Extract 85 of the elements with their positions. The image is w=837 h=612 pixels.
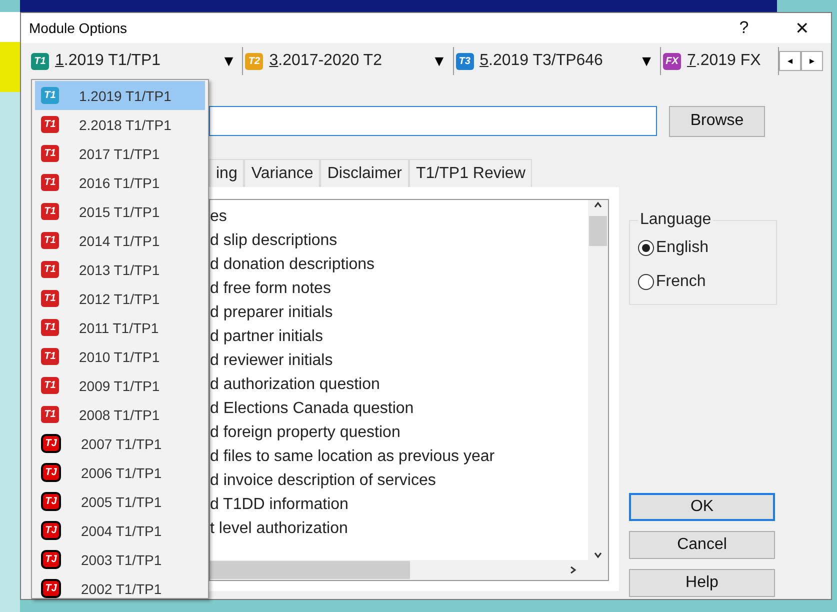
dialog-button[interactable]: Cancel (629, 531, 775, 559)
module-icon: T1 (41, 377, 59, 394)
scroll-down-icon[interactable] (593, 550, 603, 560)
tab[interactable]: Variance (244, 159, 320, 187)
list-item[interactable]: d Elections Canada question (210, 397, 588, 421)
tab[interactable]: Disclaimer (320, 159, 409, 187)
menu-item[interactable]: T1 2010 T1/TP1 (35, 342, 205, 371)
menu-item[interactable]: T1 2012 T1/TP1 (35, 284, 205, 313)
menu-item[interactable]: T1 2015 T1/TP1 (35, 197, 205, 226)
module-icon: T1 (41, 290, 59, 307)
scroll-up-icon[interactable] (593, 200, 603, 210)
group-title: Language (639, 211, 712, 229)
dropdown-arrow-icon[interactable]: ▼ (432, 52, 447, 70)
module-selector[interactable]: T1 1.2019 T1/TP1 ▼ (29, 47, 244, 75)
menu-item[interactable]: T1 2011 T1/TP1 (35, 313, 205, 342)
tab[interactable]: ing (209, 159, 244, 187)
menu-item[interactable]: TJ 2007 T1/TP1 (35, 429, 205, 458)
menu-item[interactable]: TJ 2005 T1/TP1 (35, 487, 205, 516)
radio-option[interactable]: French (638, 265, 768, 299)
module-icon: T1 (41, 261, 59, 278)
menu-item[interactable]: T1 2017 T1/TP1 (35, 139, 205, 168)
scrollbar-thumb[interactable] (589, 216, 607, 246)
browse-button[interactable]: Browse (669, 106, 765, 136)
list-item[interactable]: d files to same location as previous year (210, 445, 588, 469)
list-item[interactable]: d T1DD information (210, 493, 588, 517)
menu-item[interactable]: T1 2.2018 T1/TP1 (35, 110, 205, 139)
module-icon: T1 (41, 319, 59, 336)
menu-item[interactable]: T1 2013 T1/TP1 (35, 255, 205, 284)
menu-item[interactable]: TJ 2002 T1/TP1 (35, 574, 205, 598)
module-icon: T1 (41, 232, 59, 249)
menu-item[interactable]: TJ 2006 T1/TP1 (35, 458, 205, 487)
menu-item[interactable]: T1 2008 T1/TP1 (35, 400, 205, 429)
close-button[interactable]: ✕ (773, 13, 831, 43)
menu-item[interactable]: T1 2016 T1/TP1 (35, 168, 205, 197)
menu-item[interactable]: T1 2014 T1/TP1 (35, 226, 205, 255)
list-item[interactable]: d invoice description of services (210, 469, 588, 493)
module-icon: T3 (456, 52, 474, 70)
scroll-right-icon[interactable] (568, 565, 578, 575)
list-item[interactable]: d foreign property question (210, 421, 588, 445)
horizontal-scrollbar[interactable] (210, 560, 608, 580)
module-icon: TJ (41, 492, 61, 511)
list-item[interactable]: d reviewer initials (210, 349, 588, 373)
list-item[interactable]: d authorization question (210, 373, 588, 397)
tab[interactable]: T1/TP1 Review (409, 159, 532, 187)
menu-item[interactable]: T1 1.2019 T1/TP1 (35, 81, 205, 110)
module-icon: TJ (41, 521, 61, 540)
help-button[interactable]: ? (715, 13, 773, 43)
module-icon: T1 (41, 406, 59, 423)
module-icon: TJ (41, 579, 61, 598)
scroll-right-button[interactable]: ▸ (801, 51, 823, 71)
module-icon: TJ (41, 434, 61, 453)
module-icon: T1 (31, 52, 49, 70)
module-icon: T2 (245, 52, 264, 70)
module-icon: T1 (41, 174, 59, 191)
scrollbar-thumb[interactable] (210, 561, 410, 579)
dropdown-arrow-icon[interactable]: ▼ (221, 52, 236, 70)
radio-option[interactable]: English (638, 231, 768, 265)
scroll-left-button[interactable]: ◂ (779, 51, 801, 71)
list-item[interactable]: d slip descriptions (210, 229, 588, 253)
module-icon: TJ (41, 550, 61, 569)
module-selector[interactable]: FX 7.2019 FX (660, 47, 779, 75)
module-selector[interactable]: T3 5.2019 T3/TP646 ▼ (454, 47, 661, 75)
vertical-scrollbar[interactable] (588, 200, 608, 560)
list-item[interactable]: d preparer initials (210, 301, 588, 325)
path-input-field[interactable] (209, 106, 657, 136)
menu-item[interactable]: TJ 2003 T1/TP1 (35, 545, 205, 574)
list-item[interactable]: es (210, 205, 588, 229)
module-icon: T1 (41, 87, 59, 104)
dialog-button[interactable]: Help (629, 569, 775, 597)
menu-item[interactable]: TJ 2004 T1/TP1 (35, 516, 205, 545)
list-item[interactable]: d partner initials (210, 325, 588, 349)
dropdown-arrow-icon[interactable]: ▼ (639, 52, 654, 70)
module-icon: T1 (41, 145, 59, 162)
list-item[interactable]: t level authorization (210, 517, 588, 541)
module-selector[interactable]: T2 3.2017-2020 T2 ▼ (243, 47, 454, 75)
module-icon: T1 (41, 348, 59, 365)
list-item[interactable]: d free form notes (210, 277, 588, 301)
list-item[interactable]: d donation descriptions (210, 253, 588, 277)
module-icon: T1 (41, 116, 59, 133)
module-icon: T1 (41, 203, 59, 220)
dialog-button[interactable]: OK (629, 493, 775, 521)
module-icon: FX (662, 52, 681, 70)
menu-item[interactable]: T1 2009 T1/TP1 (35, 371, 205, 400)
window-title: Module Options (29, 20, 128, 36)
module-icon: TJ (41, 463, 61, 482)
